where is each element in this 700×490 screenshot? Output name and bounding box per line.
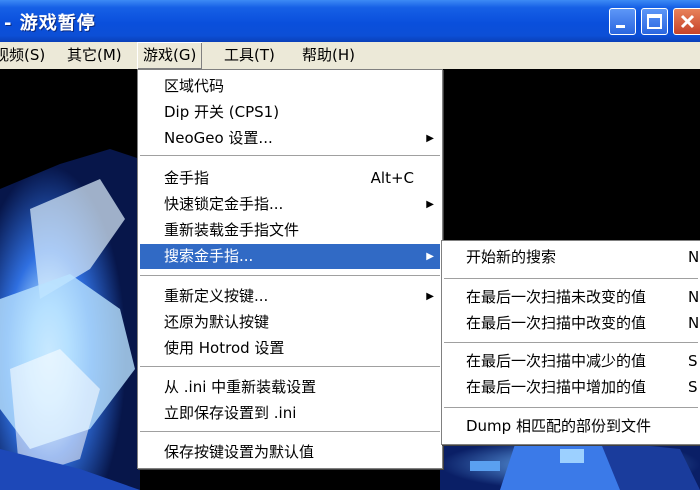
menu-item-shortcut: S (688, 378, 698, 396)
submenu-item-increased-values[interactable]: 在最后一次扫描中增加的值 S (444, 375, 698, 400)
menu-item-label: 立即保存设置到 .ini (164, 404, 297, 422)
menu-item-label: 在最后一次扫描中改变的值 (466, 314, 647, 332)
menu-item-hotrod-settings[interactable]: 使用 Hotrod 设置 (140, 336, 440, 361)
search-cheat-submenu: 开始新的搜索 N 在最后一次扫描未改变的值 N 在最后一次扫描中改变的值 N 在最后一… (441, 240, 700, 445)
menu-item-label: Dip 开关 (CPS1) (164, 103, 280, 121)
menu-item-label: 金手指 (164, 169, 210, 187)
menu-game[interactable]: 游戏(G) (137, 42, 203, 69)
menu-item-shortcut: N (688, 314, 700, 332)
menu-separator (444, 342, 698, 344)
maximize-button[interactable] (641, 8, 668, 35)
menu-separator (140, 275, 440, 277)
submenu-arrow-icon: ▶ (426, 199, 434, 210)
game-menu-dropdown: 区域代码 Dip 开关 (CPS1) NeoGeo 设置... ▶ 金手指 Alt+… (137, 69, 443, 469)
menu-item-save-ini[interactable]: 立即保存设置到 .ini (140, 401, 440, 426)
menu-item-label: 快速锁定金手指... (164, 195, 284, 213)
window-title: - 游戏暂停 (4, 13, 96, 34)
menu-tools[interactable]: 工具(T) (218, 42, 281, 69)
menu-item-shortcut: S (688, 352, 698, 370)
submenu-arrow-icon: ▶ (426, 291, 434, 302)
menu-item-quick-lock-cheat[interactable]: 快速锁定金手指... ▶ (140, 192, 440, 217)
menu-item-save-keys-default[interactable]: 保存按键设置为默认值 (140, 440, 440, 465)
submenu-item-changed-values[interactable]: 在最后一次扫描中改变的值 N (444, 311, 700, 336)
menu-item-label: 在最后一次扫描中增加的值 (466, 378, 647, 396)
menu-item-label: 重新装载金手指文件 (164, 221, 300, 239)
submenu-item-new-search[interactable]: 开始新的搜索 N (444, 245, 700, 270)
menu-bar: 视频(S) 其它(M) 游戏(G) 工具(T) 帮助(H) (0, 42, 700, 69)
menu-item-dip-switch[interactable]: Dip 开关 (CPS1) (140, 100, 440, 125)
menu-item-label: NeoGeo 设置... (164, 129, 273, 147)
menu-item-search-cheat[interactable]: 搜索金手指... ▶ (140, 244, 440, 269)
menu-item-label: 开始新的搜索 (466, 248, 557, 266)
menu-separator (140, 431, 440, 433)
menu-item-label: 在最后一次扫描未改变的值 (466, 288, 647, 306)
menu-item-label: 使用 Hotrod 设置 (164, 339, 285, 357)
close-icon (680, 14, 695, 29)
menu-item-cheat[interactable]: 金手指 Alt+C (140, 166, 440, 191)
menu-item-label: 在最后一次扫描中减少的值 (466, 352, 647, 370)
menu-video[interactable]: 视频(S) (0, 42, 51, 69)
close-button[interactable] (673, 8, 700, 35)
minimize-icon (616, 25, 625, 28)
menu-item-label: Dump 相匹配的部份到文件 (466, 417, 651, 435)
menu-item-shortcut: N (688, 288, 700, 306)
menu-item-shortcut: N (688, 248, 700, 266)
menu-item-label: 保存按键设置为默认值 (164, 443, 315, 461)
menu-help[interactable]: 帮助(H) (296, 42, 361, 69)
menu-item-reload-cheat-file[interactable]: 重新装载金手指文件 (140, 218, 440, 243)
menu-item-label: 区域代码 (164, 77, 225, 95)
minimize-button[interactable] (609, 8, 636, 35)
menu-item-neogeo-settings[interactable]: NeoGeo 设置... ▶ (140, 126, 440, 151)
menu-separator (444, 407, 698, 409)
title-bar[interactable]: - 游戏暂停 (0, 0, 700, 42)
menu-other[interactable]: 其它(M) (61, 42, 128, 69)
menu-separator (140, 366, 440, 368)
submenu-arrow-icon: ▶ (426, 133, 434, 144)
menu-item-label: 从 .ini 中重新装载设置 (164, 378, 317, 396)
menu-item-label: 搜索金手指... (164, 247, 254, 265)
menu-item-shortcut: Alt+C (370, 169, 414, 187)
submenu-item-unchanged-values[interactable]: 在最后一次扫描未改变的值 N (444, 285, 700, 310)
submenu-arrow-icon: ▶ (426, 251, 434, 262)
menu-item-redefine-keys[interactable]: 重新定义按键... ▶ (140, 284, 440, 309)
menu-separator (140, 155, 440, 157)
menu-item-restore-default-keys[interactable]: 还原为默认按键 (140, 310, 440, 335)
menu-separator (444, 278, 698, 280)
maximize-icon (647, 14, 662, 29)
submenu-item-decreased-values[interactable]: 在最后一次扫描中减少的值 S (444, 349, 698, 374)
menu-item-label: 重新定义按键... (164, 287, 269, 305)
menu-item-reload-ini[interactable]: 从 .ini 中重新装载设置 (140, 375, 440, 400)
submenu-item-dump-matches[interactable]: Dump 相匹配的部份到文件 (444, 414, 698, 439)
menu-item-label: 还原为默认按键 (164, 313, 270, 331)
menu-item-region-code[interactable]: 区域代码 (140, 74, 440, 99)
